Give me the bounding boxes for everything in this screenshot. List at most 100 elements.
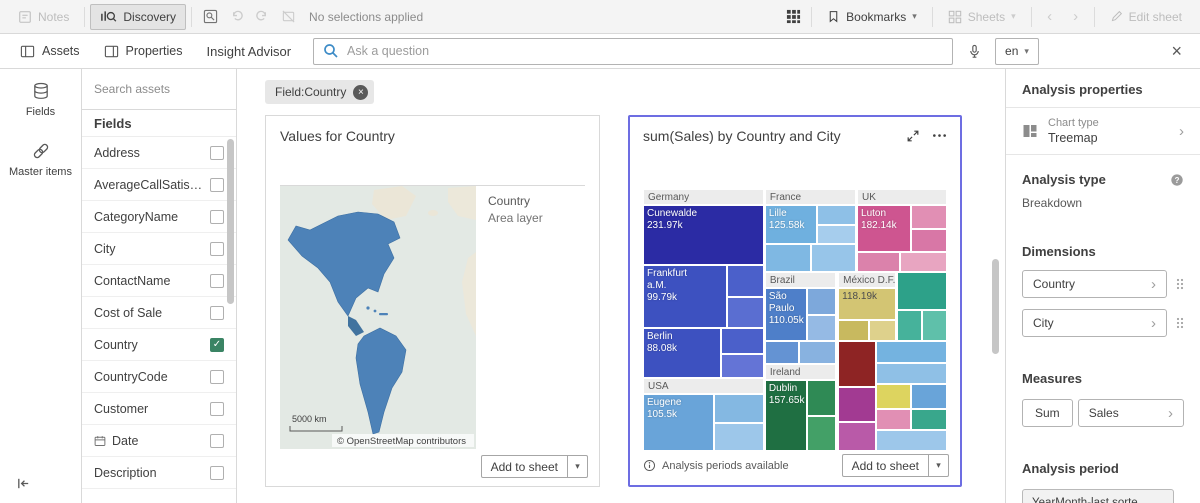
- add-to-sheet-button[interactable]: Add to sheet ▾: [842, 454, 949, 477]
- assets-toggle-button[interactable]: Assets: [12, 38, 88, 65]
- step-back-button[interactable]: [223, 4, 249, 30]
- notes-button[interactable]: Notes: [8, 4, 79, 30]
- analysis-period-button[interactable]: YearMonth-last sorte...: [1022, 489, 1174, 503]
- treemap-cell[interactable]: [838, 341, 876, 387]
- treemap-cell[interactable]: [817, 225, 856, 244]
- treemap-cell[interactable]: [721, 354, 764, 378]
- treemap-cell[interactable]: [876, 409, 911, 430]
- treemap-cell[interactable]: [807, 416, 836, 451]
- field-checkbox[interactable]: [210, 306, 224, 320]
- field-row[interactable]: CategoryName: [82, 201, 236, 233]
- field-checkbox[interactable]: [210, 210, 224, 224]
- field-row[interactable]: Customer: [82, 393, 236, 425]
- field-row[interactable]: Address: [82, 137, 236, 169]
- treemap-cell[interactable]: Frankfurt a.M. 99.79k: [643, 265, 727, 328]
- add-to-sheet-button[interactable]: Add to sheet ▾: [481, 455, 588, 478]
- field-checkbox[interactable]: [210, 402, 224, 416]
- treemap-cell[interactable]: [897, 272, 947, 310]
- bookmarks-button[interactable]: Bookmarks ▾: [817, 4, 927, 30]
- field-checkbox[interactable]: [210, 178, 224, 192]
- field-row[interactable]: AverageCallSatisfa...: [82, 169, 236, 201]
- more-menu-icon[interactable]: [932, 128, 947, 143]
- help-icon[interactable]: ?: [1170, 173, 1184, 187]
- map-attribution[interactable]: © OpenStreetMap contributors: [337, 436, 466, 447]
- treemap-cell[interactable]: [727, 297, 764, 328]
- treemap-cell[interactable]: Eugene 105.5k: [643, 394, 714, 451]
- next-sheet-button[interactable]: ›: [1063, 4, 1089, 30]
- treemap-cell[interactable]: [876, 430, 947, 451]
- ask-question-input[interactable]: [347, 44, 943, 58]
- search-assets-input[interactable]: [94, 82, 224, 96]
- rail-item-master-items[interactable]: Master items: [0, 129, 81, 189]
- measure-field-button[interactable]: Sales ›: [1078, 399, 1184, 427]
- assets-scrollbar[interactable]: [227, 139, 234, 304]
- remove-chip-button[interactable]: ×: [353, 85, 368, 100]
- treemap-cell[interactable]: Lille 125.58k: [765, 205, 817, 244]
- treemap-cell[interactable]: [900, 252, 947, 272]
- field-checkbox[interactable]: [210, 274, 224, 288]
- field-row[interactable]: CountryCode: [82, 361, 236, 393]
- treemap-cell[interactable]: [911, 384, 947, 409]
- discovery-button[interactable]: Discovery: [90, 4, 186, 30]
- treemap-cell[interactable]: [838, 320, 869, 341]
- selections-tool-button[interactable]: [197, 4, 223, 30]
- close-insight-advisor-button[interactable]: ×: [1165, 42, 1188, 60]
- treemap-cell[interactable]: [721, 328, 764, 354]
- treemap-cell[interactable]: [897, 310, 921, 341]
- treemap-cell[interactable]: Luton 182.14k: [857, 205, 911, 252]
- expand-icon[interactable]: [906, 129, 920, 143]
- treemap-group-header[interactable]: UK: [857, 189, 947, 205]
- drag-handle-icon[interactable]: [1176, 317, 1184, 329]
- treemap-cell[interactable]: [727, 265, 764, 297]
- treemap-cell[interactable]: [838, 422, 876, 451]
- properties-toggle-button[interactable]: Properties: [96, 38, 191, 65]
- treemap-cell[interactable]: [765, 341, 799, 364]
- app-objects-button[interactable]: [780, 4, 806, 30]
- field-checkbox[interactable]: [210, 370, 224, 384]
- clear-selections-button[interactable]: [275, 4, 301, 30]
- treemap-cell[interactable]: [876, 341, 947, 363]
- treemap-cell[interactable]: Cunewalde 231.97k: [643, 205, 764, 265]
- treemap-cell[interactable]: [857, 252, 900, 272]
- edit-sheet-button[interactable]: Edit sheet: [1100, 4, 1192, 30]
- treemap-cell[interactable]: [922, 310, 947, 341]
- voice-input-button[interactable]: [961, 38, 987, 64]
- field-row[interactable]: ContactName: [82, 265, 236, 297]
- treemap-cell[interactable]: [869, 320, 896, 341]
- field-row[interactable]: City: [82, 233, 236, 265]
- treemap-group-header[interactable]: México D.F.: [838, 272, 896, 288]
- field-checkbox[interactable]: [210, 466, 224, 480]
- treemap-cell[interactable]: [817, 205, 856, 225]
- treemap-cell[interactable]: [799, 341, 836, 364]
- treemap-group-header[interactable]: France: [765, 189, 856, 205]
- caret-down-icon[interactable]: ▾: [567, 456, 587, 477]
- field-checkbox[interactable]: [210, 146, 224, 160]
- treemap-cell[interactable]: [765, 244, 811, 272]
- treemap-cell[interactable]: [714, 394, 763, 423]
- step-forward-button[interactable]: [249, 4, 275, 30]
- treemap-cell[interactable]: [911, 205, 947, 229]
- field-checkbox[interactable]: ✓: [210, 338, 224, 352]
- treemap-cell[interactable]: [811, 244, 856, 272]
- treemap-cell[interactable]: [807, 288, 836, 315]
- treemap-cell[interactable]: [714, 423, 763, 451]
- field-checkbox[interactable]: [210, 242, 224, 256]
- treemap[interactable]: GermanyCunewalde 231.97kFrankfurt a.M. 9…: [643, 189, 947, 451]
- field-country-chip[interactable]: Field:Country ×: [265, 80, 374, 104]
- main-scrollbar[interactable]: [992, 259, 999, 354]
- treemap-cell[interactable]: [876, 384, 911, 409]
- treemap-cell[interactable]: Dublin 157.65k: [765, 380, 807, 451]
- field-row[interactable]: Cost of Sale: [82, 297, 236, 329]
- dimension-button[interactable]: Country›: [1022, 270, 1167, 298]
- field-row[interactable]: Country✓: [82, 329, 236, 361]
- treemap-group-header[interactable]: Germany: [643, 189, 764, 205]
- measure-aggregation-button[interactable]: Sum: [1022, 399, 1073, 427]
- prev-sheet-button[interactable]: ‹: [1037, 4, 1063, 30]
- sheets-button[interactable]: Sheets ▾: [938, 4, 1026, 30]
- field-checkbox[interactable]: [210, 434, 224, 448]
- treemap-cell[interactable]: [807, 315, 836, 341]
- treemap-cell[interactable]: [911, 409, 947, 430]
- treemap-cell[interactable]: [807, 380, 836, 416]
- map-chart[interactable]: 5000 km © OpenStreetMap contributors: [280, 186, 476, 449]
- drag-handle-icon[interactable]: [1176, 278, 1184, 290]
